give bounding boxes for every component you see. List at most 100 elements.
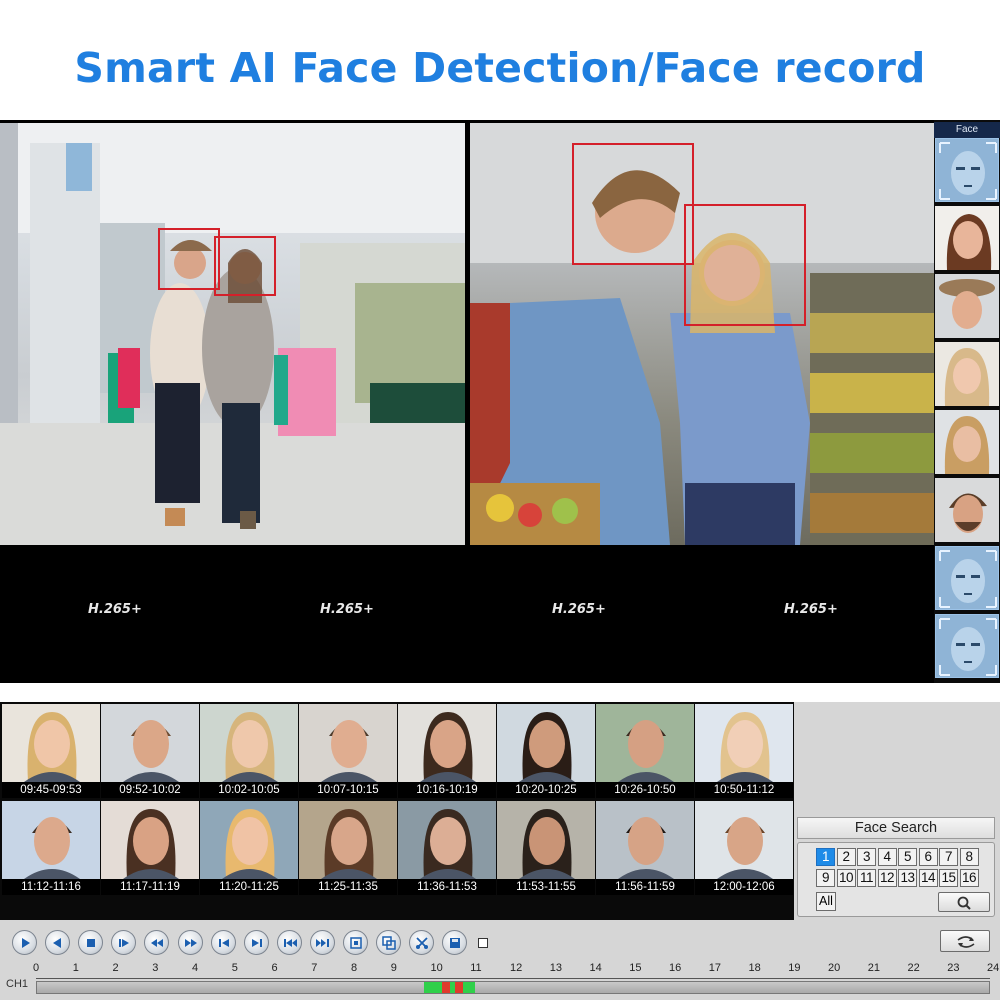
step-forward-button[interactable] [111, 930, 137, 955]
timeline-hour-label: 9 [390, 962, 397, 974]
save-icon [450, 938, 461, 948]
channel-button[interactable]: 7 [939, 848, 958, 866]
timeline-hour-label: 24 [987, 962, 1000, 974]
face-result-item[interactable]: 12:00-12:06 [695, 801, 793, 895]
face-result-item[interactable]: 10:26-10:50 [596, 704, 694, 798]
stop-button[interactable] [78, 930, 104, 955]
clip-icon [416, 937, 429, 949]
channel-button[interactable]: 6 [918, 848, 938, 866]
result-time-range: 11:56-11:59 [596, 879, 694, 895]
repeat-button[interactable] [940, 930, 990, 952]
codec-label: H.265+ [552, 602, 606, 617]
camera-view-mall[interactable] [0, 123, 465, 545]
channel-button[interactable]: 8 [959, 848, 979, 866]
reverse-button[interactable] [45, 930, 71, 955]
face-result-item[interactable]: 10:02-10:05 [200, 704, 298, 798]
reverse-icon [53, 938, 62, 948]
zoom-out-button[interactable] [376, 930, 402, 955]
channel-button[interactable]: 12 [877, 869, 897, 887]
page-title: Smart AI Face Detection/Face record [74, 44, 926, 92]
timeline-hour-label: 2 [112, 962, 119, 974]
channel-button[interactable]: 4 [877, 848, 897, 866]
face-thumbnail-illustration [101, 801, 199, 879]
channel-button[interactable]: 15 [939, 869, 958, 887]
rewind-button[interactable] [144, 930, 170, 955]
face-result-item[interactable]: 11:25-11:35 [299, 801, 397, 895]
channel-button[interactable]: 10 [836, 869, 856, 887]
channel-button[interactable]: 16 [959, 869, 979, 887]
face-scan-icon[interactable] [935, 614, 999, 678]
face-scan-icon[interactable] [935, 546, 999, 610]
save-button[interactable] [442, 930, 468, 955]
captured-face-thumbnail[interactable] [935, 410, 999, 474]
channel-button[interactable]: 11 [857, 869, 876, 887]
face-result-item[interactable]: 10:20-10:25 [497, 704, 595, 798]
face-thumbnail-illustration [200, 704, 298, 782]
slow-icon [283, 939, 297, 947]
channel-button[interactable]: 1 [816, 848, 835, 866]
zoom-in-button[interactable] [343, 930, 368, 955]
result-time-range: 11:53-11:55 [497, 879, 595, 895]
face-thumbnail-illustration [2, 801, 100, 879]
face-result-item[interactable]: 10:16-10:19 [398, 704, 496, 798]
face-result-item[interactable]: 10:50-11:12 [695, 704, 793, 798]
result-time-range: 09:52-10:02 [101, 782, 199, 798]
timeline-hour-label: 7 [311, 962, 318, 974]
face-result-item[interactable]: 11:12-11:16 [2, 801, 100, 895]
face-result-item[interactable]: 09:45-09:53 [2, 704, 100, 798]
all-channels-button[interactable]: All [816, 892, 836, 911]
channel-button[interactable]: 13 [898, 869, 917, 887]
codec-label: H.265+ [88, 602, 142, 617]
captured-face-thumbnail[interactable] [935, 206, 999, 270]
channel-button[interactable]: 3 [857, 848, 876, 866]
recording-segment[interactable] [455, 982, 464, 993]
recording-timeline: CH1 0 1 2 3 4 5 6 7 8 9 10 11 12 13 14 15 16 17 18 19 20 21 22… [0, 960, 1000, 1000]
speed-icon [315, 939, 329, 947]
camera-view-supermarket[interactable] [470, 123, 934, 545]
face-result-item[interactable]: 09:52-10:02 [101, 704, 199, 798]
mall-scene-illustration [0, 123, 465, 545]
recording-segment[interactable] [423, 982, 442, 993]
face-result-item[interactable]: 11:36-11:53 [398, 801, 496, 895]
timeline-hour-label: 6 [271, 962, 278, 974]
face-result-item[interactable]: 11:56-11:59 [596, 801, 694, 895]
channel-button[interactable]: 2 [836, 848, 856, 866]
speed-button[interactable] [309, 930, 335, 955]
zoom-in-icon [350, 937, 362, 949]
next-button[interactable] [243, 930, 269, 955]
timeline-track[interactable] [36, 981, 990, 994]
recording-segment[interactable] [441, 982, 450, 993]
channel-button[interactable]: 9 [816, 869, 835, 887]
channel-button[interactable]: 14 [918, 869, 938, 887]
result-time-range: 10:20-10:25 [497, 782, 595, 798]
face-thumbnail-illustration [596, 704, 694, 782]
clip-button[interactable] [409, 930, 435, 955]
timeline-hour-label: 4 [192, 962, 199, 974]
channel-button[interactable]: 5 [898, 848, 917, 866]
timeline-hour-label: 13 [549, 962, 562, 974]
captured-face-thumbnail[interactable] [935, 478, 999, 542]
previous-button[interactable] [210, 930, 236, 955]
captured-face-thumbnail[interactable] [935, 342, 999, 406]
timeline-hour-label: 12 [510, 962, 523, 974]
face-result-item[interactable]: 11:20-11:25 [200, 801, 298, 895]
playback-panel: 09:45-09:53 09:52-10:02 10:02-10:05 10:07-1… [0, 702, 1000, 1000]
result-time-range: 12:00-12:06 [695, 879, 793, 895]
play-button[interactable] [12, 930, 37, 955]
slow-button[interactable] [276, 930, 302, 955]
fast-forward-button[interactable] [177, 930, 203, 955]
face-thumbnail-illustration [2, 704, 100, 782]
stop-icon [87, 939, 96, 947]
captured-face-thumbnail[interactable] [935, 274, 999, 338]
face-result-item[interactable]: 11:17-11:19 [101, 801, 199, 895]
face-thumbnail-illustration [497, 704, 595, 782]
face-result-item[interactable]: 10:07-10:15 [299, 704, 397, 798]
face-panel-title: Face [934, 122, 1000, 138]
search-button[interactable] [938, 892, 990, 912]
recording-segment[interactable] [463, 982, 476, 993]
option-checkbox[interactable] [478, 938, 488, 948]
timeline-hour-label: 22 [907, 962, 920, 974]
face-result-item[interactable]: 11:53-11:55 [497, 801, 595, 895]
timeline-hour-label: 5 [231, 962, 238, 974]
face-scan-icon[interactable] [935, 138, 999, 202]
